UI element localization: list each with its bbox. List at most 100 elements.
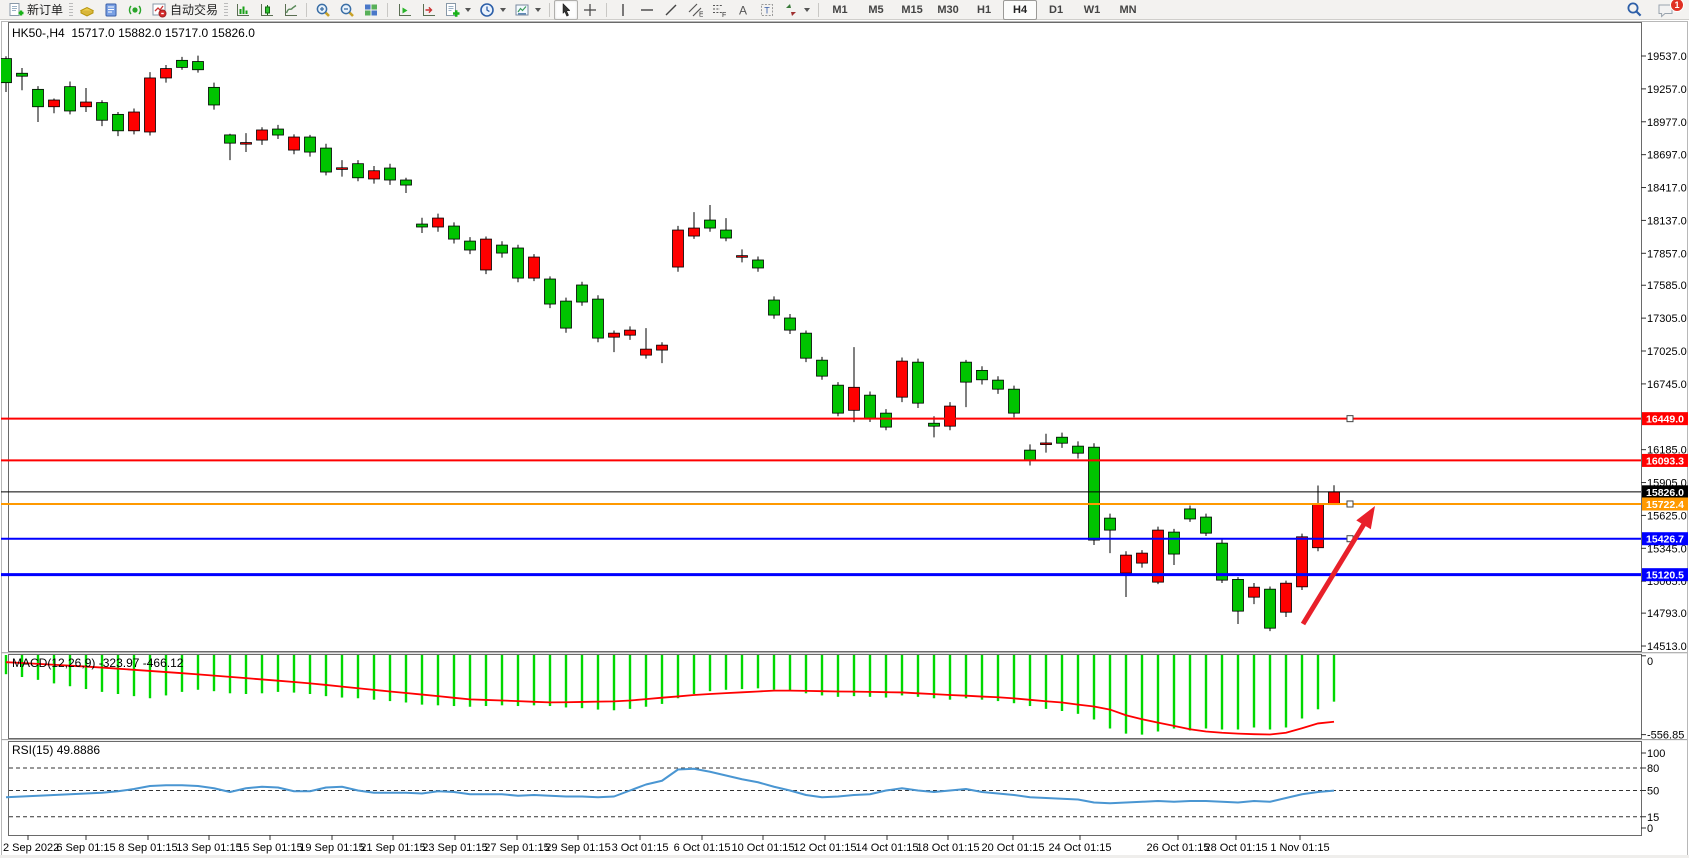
svg-text:50: 50 (1647, 786, 1659, 798)
svg-text:19257.0: 19257.0 (1647, 84, 1687, 96)
svg-text:0: 0 (1647, 823, 1653, 835)
svg-text:19 Sep 01:15: 19 Sep 01:15 (299, 842, 364, 854)
svg-text:12 Oct 01:15: 12 Oct 01:15 (794, 842, 857, 854)
templates-button[interactable] (440, 0, 475, 20)
svg-text:29 Sep 01:15: 29 Sep 01:15 (545, 842, 610, 854)
toolbar-separator (606, 3, 607, 17)
arrows-button[interactable] (779, 0, 814, 20)
svg-text:24 Oct 01:15: 24 Oct 01:15 (1049, 842, 1112, 854)
tile-windows-icon (363, 2, 379, 18)
macd-title: MACD(12,26,9) (12, 656, 95, 670)
timeframe-h4-button[interactable]: H4 (1003, 0, 1037, 20)
zoom-out-button[interactable] (335, 0, 359, 20)
toolbar: 新订单 自动交易 (0, 0, 1689, 20)
timeframe-m15-button[interactable]: M15 (895, 0, 929, 20)
crosshair-button[interactable] (578, 0, 602, 20)
text-a-icon: A (735, 2, 751, 18)
candlestick-chart-button[interactable] (254, 0, 278, 20)
equidistant-channel-icon: E (687, 2, 703, 18)
line-chart-icon (282, 2, 298, 18)
svg-text:15: 15 (1647, 812, 1659, 824)
timeframe-m5-button[interactable]: M5 (859, 0, 893, 20)
macd-indicator-label: MACD(12,26,9) -323.97 -466.12 (12, 656, 183, 670)
svg-text:13 Sep 01:15: 13 Sep 01:15 (176, 842, 241, 854)
timeframe-d1-button[interactable]: D1 (1039, 0, 1073, 20)
text-label-button[interactable]: T (755, 0, 779, 20)
timeframe-m1-button[interactable]: M1 (823, 0, 857, 20)
chat-button[interactable]: 1 (1653, 0, 1679, 20)
svg-text:80: 80 (1647, 763, 1659, 775)
toolbar-grip (224, 3, 228, 17)
broadcast-icon (127, 2, 143, 18)
timeframe-h1-button[interactable]: H1 (967, 0, 1001, 20)
cursor-icon (558, 2, 574, 18)
price-badge-16449.0: 16449.0 (1642, 412, 1688, 426)
market-watch-button[interactable] (99, 0, 123, 20)
toolbar-separator (387, 3, 388, 17)
tile-windows-button[interactable] (359, 0, 383, 20)
text-button[interactable]: A (731, 0, 755, 20)
svg-text:10 Oct 01:15: 10 Oct 01:15 (732, 842, 795, 854)
fibonacci-button[interactable]: F (707, 0, 731, 20)
dropdown-caret-icon (535, 8, 541, 12)
cursor-button[interactable] (554, 0, 578, 20)
svg-text:15826.0: 15826.0 (1646, 487, 1684, 499)
price-badge-16093.3: 16093.3 (1642, 454, 1688, 468)
crosshair-icon (582, 2, 598, 18)
indicators-button[interactable] (392, 0, 416, 20)
toolbar-separator (549, 3, 550, 17)
price-badge-15826.0: 15826.0 (1642, 485, 1688, 499)
timeframe-group: M1M5M15M30H1H4D1W1MN (823, 0, 1145, 20)
svg-text:17025.0: 17025.0 (1647, 346, 1687, 358)
svg-text:21 Sep 01:15: 21 Sep 01:15 (360, 842, 425, 854)
templates-icon (444, 2, 460, 18)
svg-text:3 Oct 01:15: 3 Oct 01:15 (612, 842, 669, 854)
svg-text:18417.0: 18417.0 (1647, 183, 1687, 195)
toolbar-separator (818, 3, 819, 17)
svg-text:15722.4: 15722.4 (1646, 499, 1684, 511)
line-chart-button[interactable] (278, 0, 302, 20)
toolbar-grip (69, 3, 73, 17)
chart-canvas[interactable]: 19537.019257.018977.018697.018417.018137… (0, 0, 1689, 858)
equidistant-channel-button[interactable]: E (683, 0, 707, 20)
svg-text:26 Oct 01:15: 26 Oct 01:15 (1147, 842, 1210, 854)
metaeditor-button[interactable] (75, 0, 99, 20)
market-watch-icon (103, 2, 119, 18)
new-order-button[interactable]: 新订单 (4, 0, 67, 20)
toolbar-separator (306, 3, 307, 17)
price-badge-15722.4: 15722.4 (1642, 497, 1688, 511)
bar-chart-button[interactable] (230, 0, 254, 20)
svg-text:16745.0: 16745.0 (1647, 379, 1687, 391)
timeframe-mn-button[interactable]: MN (1111, 0, 1145, 20)
price-badge-15120.5: 15120.5 (1642, 568, 1688, 582)
svg-text:17585.0: 17585.0 (1647, 280, 1687, 292)
svg-text:2 Sep 2022: 2 Sep 2022 (3, 842, 59, 854)
timeframe-w1-button[interactable]: W1 (1075, 0, 1109, 20)
zoom-in-button[interactable] (311, 0, 335, 20)
new-order-icon (8, 2, 24, 18)
periods-button[interactable] (416, 0, 440, 20)
svg-text:15426.7: 15426.7 (1646, 534, 1684, 546)
dropdown-caret-icon (465, 8, 471, 12)
horizontal-line-button[interactable] (635, 0, 659, 20)
chart-profile-button[interactable] (510, 0, 545, 20)
svg-text:-556.85: -556.85 (1647, 730, 1684, 742)
zoom-in-icon (315, 2, 331, 18)
rsi-indicator-label: RSI(15) 49.8886 (12, 743, 100, 757)
search-button[interactable] (1622, 0, 1647, 20)
svg-text:27 Sep 01:15: 27 Sep 01:15 (484, 842, 549, 854)
trendline-button[interactable] (659, 0, 683, 20)
autotrading-button[interactable]: 自动交易 (147, 0, 222, 20)
broadcast-button[interactable] (123, 0, 147, 20)
vertical-line-button[interactable] (611, 0, 635, 20)
svg-text:6 Oct 01:15: 6 Oct 01:15 (674, 842, 731, 854)
period-clock-button[interactable] (475, 0, 510, 20)
svg-text:A: A (739, 3, 747, 17)
text-label-icon: T (759, 2, 775, 18)
new-order-label: 新订单 (27, 1, 63, 18)
svg-text:17305.0: 17305.0 (1647, 313, 1687, 325)
gold-bar-icon (79, 2, 95, 18)
chat-unread-badge: 1 (1670, 0, 1684, 12)
timeframe-m30-button[interactable]: M30 (931, 0, 965, 20)
svg-text:16093.3: 16093.3 (1646, 455, 1684, 467)
